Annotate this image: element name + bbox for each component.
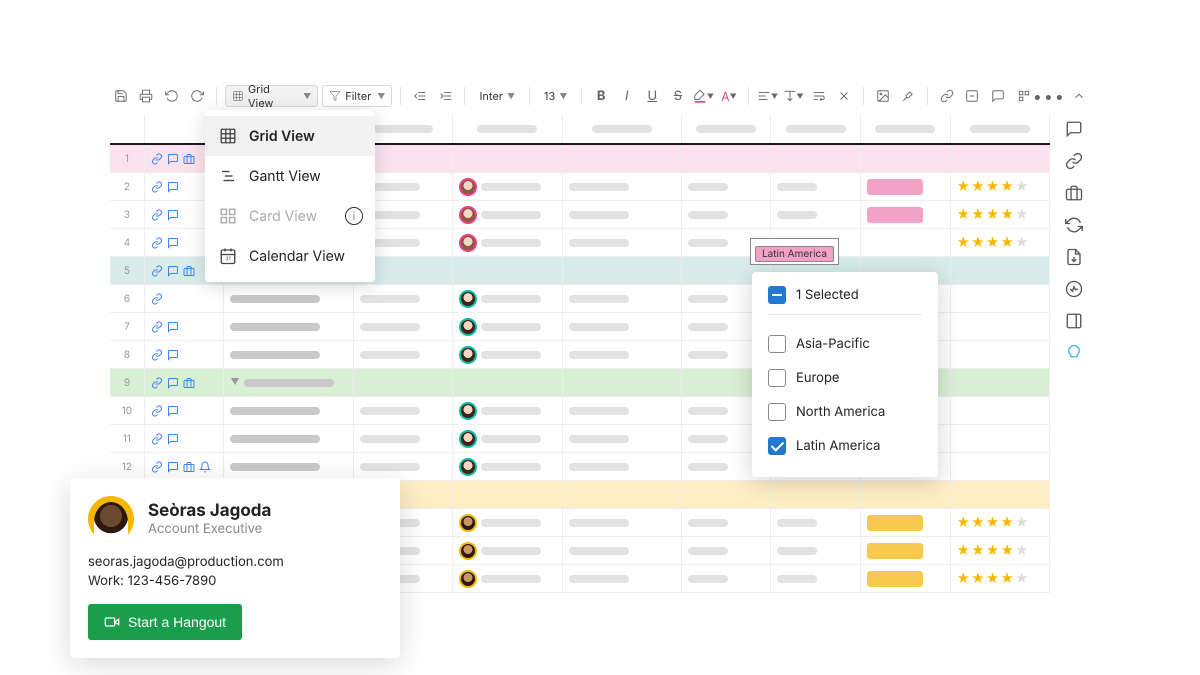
text-color-icon[interactable]: A▼ <box>718 85 740 107</box>
tag-chip[interactable] <box>867 179 923 195</box>
tag-chip[interactable] <box>867 571 923 587</box>
redo-icon[interactable] <box>187 85 209 107</box>
attachments-panel-icon[interactable] <box>1065 152 1083 170</box>
refresh-icon[interactable] <box>1065 216 1083 234</box>
filter-button[interactable]: Filter ▼ <box>322 85 392 107</box>
view-label: Grid View <box>248 82 297 110</box>
info-icon[interactable]: i <box>345 207 363 225</box>
comments-panel-icon[interactable] <box>1065 120 1083 138</box>
collapse-icon[interactable] <box>1068 85 1090 107</box>
bold-icon[interactable]: B <box>590 85 612 107</box>
avatar <box>88 496 134 542</box>
tag-chip[interactable] <box>867 543 923 559</box>
assignee-avatar[interactable] <box>459 402 477 420</box>
valign-icon[interactable]: ▼ <box>782 85 804 107</box>
view-option-card[interactable]: Card View i <box>205 196 375 236</box>
filter-option[interactable]: Latin America <box>768 429 922 463</box>
filter-label: Filter <box>345 89 371 103</box>
indeterminate-icon <box>768 286 786 304</box>
tag-chip[interactable] <box>867 515 923 531</box>
start-hangout-button[interactable]: Start a Hangout <box>88 604 242 640</box>
undo-icon[interactable] <box>161 85 183 107</box>
view-option-calendar[interactable]: 31 Calendar View <box>205 236 375 276</box>
checkbox-icon <box>768 335 786 353</box>
view-option-gantt[interactable]: Gantt View <box>205 156 375 196</box>
activity-icon[interactable] <box>1065 280 1083 298</box>
selected-count: 1 Selected <box>796 287 859 303</box>
assignee-avatar[interactable] <box>459 206 477 224</box>
export-icon[interactable] <box>1065 248 1083 266</box>
briefcase-icon[interactable] <box>1065 184 1083 202</box>
checkbox-icon <box>768 437 786 455</box>
checkbox-icon <box>768 369 786 387</box>
filter-option[interactable]: Europe <box>768 361 922 395</box>
filter-option[interactable]: Asia-Pacific <box>768 327 922 361</box>
contact-email: seoras.jagoda@production.com <box>88 554 382 570</box>
link-icon[interactable] <box>936 85 958 107</box>
view-option-grid[interactable]: Grid View <box>205 116 375 156</box>
view-selector-button[interactable]: Grid View ▼ <box>225 85 318 107</box>
video-icon <box>104 614 120 630</box>
underline-icon[interactable]: U <box>642 85 664 107</box>
contact-card: Seòras Jagoda Account Executive seoras.j… <box>70 478 400 658</box>
strike-icon[interactable]: S <box>667 85 689 107</box>
fill-color-icon[interactable]: ▼ <box>693 85 715 107</box>
font-family-select[interactable]: Inter▼ <box>473 89 521 103</box>
right-dock <box>1058 120 1090 362</box>
wrap-icon[interactable] <box>808 85 830 107</box>
more-icon[interactable]: ••• <box>1038 85 1060 107</box>
image-icon[interactable] <box>872 85 894 107</box>
panel-icon[interactable] <box>1065 312 1083 330</box>
indent-icon[interactable] <box>435 85 457 107</box>
comment-icon[interactable] <box>987 85 1009 107</box>
filter-option[interactable]: North America <box>768 395 922 429</box>
align-icon[interactable]: ▼ <box>757 85 779 107</box>
save-icon[interactable] <box>110 85 132 107</box>
contact-phone: Work: 123-456-7890 <box>88 573 382 589</box>
checkbox-icon <box>768 403 786 421</box>
assignee-avatar[interactable] <box>459 318 477 336</box>
contact-role: Account Executive <box>148 521 271 537</box>
assignee-avatar[interactable] <box>459 570 477 588</box>
font-size-select[interactable]: 13▼ <box>538 89 573 103</box>
attachment-icon[interactable] <box>962 85 984 107</box>
outdent-icon[interactable] <box>409 85 431 107</box>
assignee-avatar[interactable] <box>459 542 477 560</box>
assignee-avatar[interactable] <box>459 178 477 196</box>
formatting-toolbar: Grid View ▼ Filter ▼ Inter▼ 13▼ B I U S … <box>110 84 1090 108</box>
assignee-avatar[interactable] <box>459 430 477 448</box>
svg-text:31: 31 <box>225 257 230 263</box>
assignee-avatar[interactable] <box>459 290 477 308</box>
column-filter-popup: 1 Selected Asia-PacificEuropeNorth Ameri… <box>752 272 938 477</box>
contact-name: Seòras Jagoda <box>148 501 271 521</box>
view-menu-popup: Grid View Gantt View Card View i 31 Cale… <box>205 110 375 282</box>
print-icon[interactable] <box>136 85 158 107</box>
active-tag-cell[interactable]: Latin America <box>750 238 839 265</box>
clear-format-icon[interactable] <box>833 85 855 107</box>
tag-chip[interactable] <box>867 207 923 223</box>
assignee-avatar[interactable] <box>459 234 477 252</box>
assignee-avatar[interactable] <box>459 458 477 476</box>
highlight-icon[interactable] <box>898 85 920 107</box>
format-icon[interactable] <box>1013 85 1035 107</box>
assignee-avatar[interactable] <box>459 514 477 532</box>
assignee-avatar[interactable] <box>459 346 477 364</box>
italic-icon[interactable]: I <box>616 85 638 107</box>
tips-icon[interactable] <box>1065 344 1083 362</box>
